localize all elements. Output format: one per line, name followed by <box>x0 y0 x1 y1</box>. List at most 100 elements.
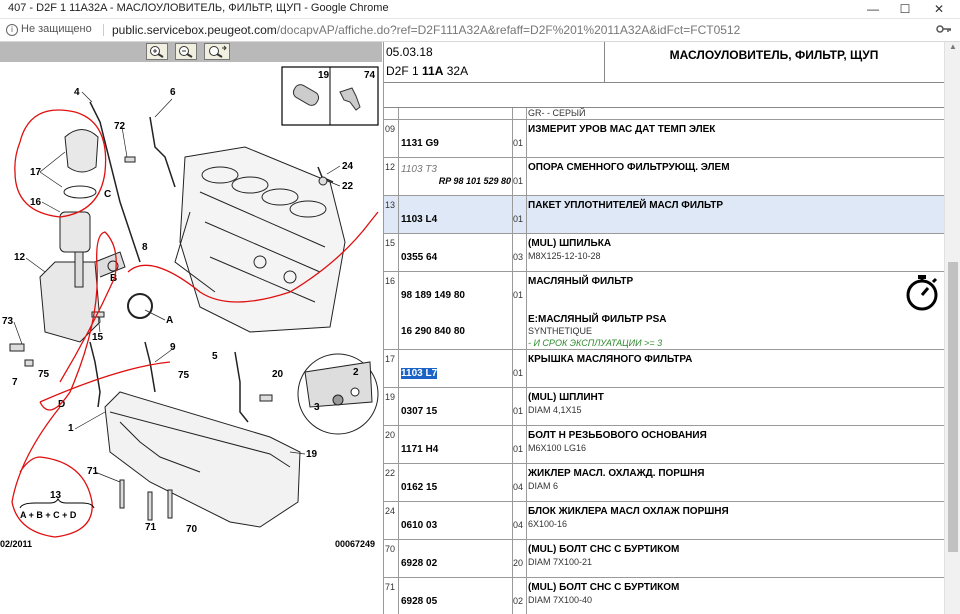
window-title: 407 - D2F 1 11A32A - МАСЛОУЛОВИТЕЛЬ, ФИЛ… <box>8 2 389 14</box>
exploded-diagram: 19 74 4 72 6 17 C 16 12 B 73 15 A 7 75 D… <box>0 66 379 549</box>
table-row[interactable]: 16 98 189 149 80 16 290 840 80 01 МАСЛЯНЫЙ Ф… <box>384 272 944 350</box>
code-bold: 11A <box>422 64 444 78</box>
legend: 13 A + B + C + D <box>19 490 95 520</box>
part-reference[interactable]: 0355 64 <box>401 252 437 263</box>
callout-75: 75 <box>38 369 50 380</box>
cell-quantity: 01 <box>513 196 527 233</box>
description: (MUL) ШПЛИНТ <box>528 392 604 403</box>
zoom-fit-icon[interactable] <box>204 43 230 60</box>
cell-quantity <box>513 108 527 119</box>
callout-A: A <box>166 315 173 326</box>
window-titlebar: 407 - D2F 1 11A32A - МАСЛОУЛОВИТЕЛЬ, ФИЛ… <box>0 0 960 19</box>
cell-quantity: 04 <box>513 464 527 501</box>
callout-8: 8 <box>142 242 148 253</box>
table-row[interactable]: 09 1131 G9 01 ИЗМЕРИТ УРОВ МАС ДАТ ТЕМП ЭЛЕ… <box>384 120 944 158</box>
url-field[interactable]: public.servicebox.peugeot.com/docapvAP/a… <box>112 23 740 37</box>
callout-12: 12 <box>14 252 26 263</box>
table-row[interactable]: 20 1171 H4 01 БОЛТ Н РЕЗЬБОВОГО ОСНОВАНИЯ M6… <box>384 426 944 464</box>
url-path: /docapvAP/affiche.do?ref=D2F111A32A&refa… <box>276 23 741 37</box>
inset-label-74: 74 <box>364 70 376 81</box>
table-row[interactable]: 22 0162 15 04 ЖИКЛЕР МАСЛ. ОХЛАЖД. ПОРШНЯ DI… <box>384 464 944 502</box>
table-row[interactable]: 13 1103 L4 01 ПАКЕТ УПЛОТНИТЕЛЕЙ МАСЛ ФИЛЬТ… <box>384 196 944 234</box>
part-reference[interactable]: 6928 02 <box>401 558 437 569</box>
maximize-icon[interactable]: ☐ <box>888 0 922 18</box>
parts-header: 05.03.18 D2F 1 11A 32A МАСЛОУЛОВИТЕЛЬ, Ф… <box>384 42 944 83</box>
description: ИЗМЕРИТ УРОВ МАС ДАТ ТЕМП ЭЛЕК <box>528 124 716 135</box>
part-reference[interactable]: 1103 L4 <box>401 214 437 225</box>
row-index: 16 <box>385 276 396 286</box>
description-detail: DIAM 6 <box>528 481 559 491</box>
part-reference[interactable]: 6928 05 <box>401 596 437 607</box>
description: (MUL) БОЛТ СНС С БУРТИКОМ <box>528 582 680 593</box>
callout-71b: 71 <box>145 522 157 533</box>
part-reference[interactable]: 1131 G9 <box>401 138 439 149</box>
row-index: 13 <box>385 200 396 210</box>
stopwatch-icon[interactable] <box>904 274 940 315</box>
description: БЛОК ЖИКЛЕРА МАСЛ ОХЛАЖ ПОРШНЯ <box>528 506 729 517</box>
table-row[interactable]: 12 1103 T3 RP 98 101 529 80 01 ОПОРА СМЕННОГ… <box>384 158 944 196</box>
row-index: 71 <box>385 582 396 592</box>
quantity: 01 <box>513 290 524 300</box>
header-divider <box>604 42 605 82</box>
key-icon[interactable] <box>936 22 952 39</box>
cell-reference: 6928 05 <box>399 578 513 614</box>
close-icon[interactable]: ✕ <box>922 0 956 18</box>
page-title: МАСЛОУЛОВИТЕЛЬ, ФИЛЬТР, ЩУП <box>669 48 879 62</box>
zoom-in-icon[interactable] <box>146 43 168 60</box>
legend-bottom: A + B + C + D <box>20 510 77 520</box>
minimize-icon[interactable]: — <box>856 0 890 18</box>
quantity: 04 <box>513 482 524 492</box>
part-reference-alt[interactable]: 16 290 840 80 <box>401 326 465 337</box>
table-row[interactable]: 71 6928 05 02 (MUL) БОЛТ СНС С БУРТИКОМ DIAM… <box>384 578 944 614</box>
part-reference[interactable]: 0307 15 <box>401 406 437 417</box>
zoom-out-icon[interactable] <box>175 43 197 60</box>
drawing-number: 00067249 <box>335 539 375 549</box>
table-row[interactable]: 24 0610 03 04 БЛОК ЖИКЛЕРА МАСЛ ОХЛАЖ ПОРШН… <box>384 502 944 540</box>
security-indicator[interactable]: i Не защищено <box>6 23 92 36</box>
cell-reference: 98 189 149 80 16 290 840 80 <box>399 272 513 349</box>
table-row[interactable]: GR- - СЕРЫЙ <box>384 108 944 120</box>
description-note: - И СРОК ЭКСПЛУАТАЦИИ >= 3 <box>528 338 663 348</box>
cell-quantity: 01 <box>513 426 527 463</box>
address-bar[interactable]: i Не защищено public.servicebox.peugeot.c… <box>0 19 960 42</box>
inset-label-19: 19 <box>318 70 330 81</box>
callout-22: 22 <box>342 181 354 192</box>
quantity: 20 <box>513 558 524 568</box>
scrollbar-thumb[interactable] <box>948 262 958 552</box>
quantity: 01 <box>513 138 524 148</box>
legend-top: 13 <box>50 490 62 501</box>
vertical-scrollbar[interactable]: ▲ <box>944 42 960 614</box>
table-row[interactable]: 70 6928 02 20 (MUL) БОЛТ СНС С БУРТИКОМ DIAM… <box>384 540 944 578</box>
url-host: public.servicebox.peugeot.com <box>112 23 277 37</box>
callout-15: 15 <box>92 332 104 343</box>
quantity: 03 <box>513 252 524 262</box>
cell-index: 19 <box>384 388 399 425</box>
callout-9: 9 <box>170 342 176 353</box>
scroll-up-icon[interactable]: ▲ <box>945 42 960 56</box>
cell-reference: 0162 15 <box>399 464 513 501</box>
inset-box: 19 74 <box>281 66 379 126</box>
part-reference[interactable]: 1103 L7 <box>401 368 438 379</box>
table-row[interactable]: 15 0355 64 03 (MUL) ШПИЛЬКА M8X125-12-10-28 <box>384 234 944 272</box>
parts-table: GR- - СЕРЫЙ 09 1131 G9 01 ИЗМЕРИТ УРОВ МАС Д… <box>384 108 944 614</box>
table-row[interactable]: 17 1103 L7 01 КРЫШКА МАСЛЯНОГО ФИЛЬТРА <box>384 350 944 388</box>
row-index: 24 <box>385 506 396 516</box>
description-detail: GR- - СЕРЫЙ <box>528 108 586 118</box>
quantity: 01 <box>513 406 524 416</box>
callout-70: 70 <box>186 524 198 535</box>
callout-7: 7 <box>12 377 18 388</box>
callout-3: 3 <box>314 402 320 413</box>
cell-reference: 1131 G9 <box>399 120 513 157</box>
cell-quantity: 01 <box>513 350 527 387</box>
part-reference[interactable]: 1103 T3 <box>401 164 437 175</box>
description: ЖИКЛЕР МАСЛ. ОХЛАЖД. ПОРШНЯ <box>528 468 705 479</box>
part-reference[interactable]: 0162 15 <box>401 482 437 493</box>
cell-index: 15 <box>384 234 399 271</box>
part-reference[interactable]: 98 189 149 80 <box>401 290 465 301</box>
table-row[interactable]: 19 0307 15 01 (MUL) ШПЛИНТ DIAM 4,1X15 <box>384 388 944 426</box>
part-reference[interactable]: 1171 H4 <box>401 444 438 455</box>
part-reference[interactable]: 0610 03 <box>401 520 437 531</box>
row-index: 09 <box>385 124 396 134</box>
cell-quantity: 01 <box>513 120 527 157</box>
info-icon: i <box>6 24 18 36</box>
